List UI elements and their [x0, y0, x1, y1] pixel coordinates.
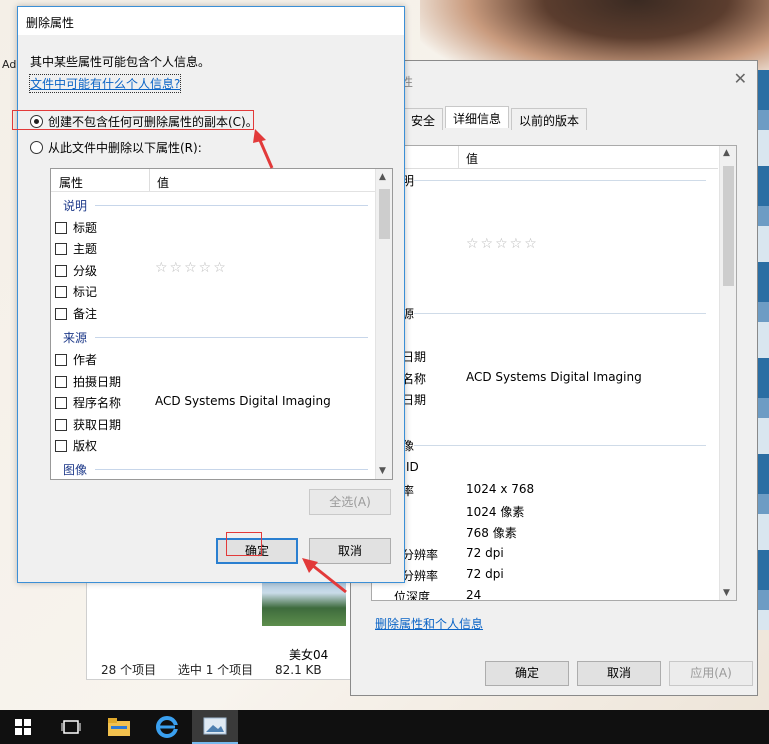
- rating-stars[interactable]: ☆☆☆☆☆: [466, 236, 539, 252]
- properties-window: 性 ✕ 安全 详细信息 以前的版本 值 明 ☆☆☆☆☆ 源 日期 名称 ACD …: [350, 60, 758, 696]
- scrollbar-thumb[interactable]: [379, 189, 390, 239]
- details-scrollbar[interactable]: ▲ ▼: [719, 146, 736, 600]
- cancel-button[interactable]: 取消: [577, 661, 661, 686]
- group-image: 图像: [63, 461, 368, 478]
- ok-button[interactable]: 确定: [485, 661, 569, 686]
- checkbox-author[interactable]: 作者: [55, 351, 97, 368]
- detail-label: 日期: [402, 350, 427, 364]
- select-all-button[interactable]: 全选(A): [309, 489, 391, 515]
- checkbox-icon[interactable]: [55, 242, 67, 255]
- edge-icon[interactable]: [144, 710, 190, 744]
- dialog-titlebar: 删除属性: [18, 7, 404, 35]
- group-description: 说明: [63, 197, 368, 214]
- items-count: 28 个项目: [101, 663, 157, 677]
- column-header-value[interactable]: 值: [157, 174, 169, 191]
- checkbox-subject[interactable]: 主题: [55, 240, 97, 257]
- detail-value: 72 dpi: [466, 546, 504, 560]
- annotation-arrow-icon: [302, 558, 347, 594]
- highlight-box: [12, 110, 254, 130]
- radio-unselected-icon[interactable]: [30, 141, 43, 154]
- checkbox-icon[interactable]: [55, 375, 67, 388]
- tab-previous-versions[interactable]: 以前的版本: [511, 108, 588, 130]
- dialog-title: 删除属性: [26, 16, 75, 30]
- radio-remove-props-label: 从此文件中删除以下属性(R):: [48, 141, 202, 155]
- detail-label: 位深度: [394, 590, 431, 601]
- selected-size: 82.1 KB: [275, 663, 322, 677]
- checkbox-icon[interactable]: [55, 396, 67, 409]
- detail-label: 日期: [402, 393, 427, 407]
- detail-label: 名称: [402, 372, 427, 386]
- checkbox-date-acquired[interactable]: 获取日期: [55, 416, 121, 433]
- checkbox-icon[interactable]: [55, 353, 67, 366]
- remove-properties-link[interactable]: 删除属性和个人信息: [375, 615, 483, 632]
- chevron-up-icon[interactable]: ▲: [379, 172, 386, 182]
- checklist-scrollbar[interactable]: ▲ ▼: [375, 169, 392, 479]
- group-origin: 来源: [63, 329, 368, 346]
- checkbox-comments[interactable]: 备注: [55, 305, 97, 322]
- tab-details[interactable]: 详细信息: [445, 106, 510, 128]
- remove-properties-dialog: 删除属性 其中某些属性可能包含个人信息。 文件中可能有什么个人信息? 创建不包含…: [12, 6, 405, 583]
- detail-label: 分辨率: [402, 548, 439, 562]
- taskbar: [0, 710, 769, 744]
- desktop-edge-label: Ad: [2, 58, 17, 71]
- checkbox-icon[interactable]: [55, 264, 67, 277]
- apply-button[interactable]: 应用(A): [669, 661, 753, 686]
- checkbox-icon[interactable]: [55, 439, 67, 452]
- column-separator[interactable]: [149, 169, 150, 191]
- chevron-down-icon[interactable]: ▼: [379, 466, 386, 476]
- chevron-up-icon[interactable]: ▲: [723, 148, 730, 158]
- task-view-icon[interactable]: [48, 710, 94, 744]
- scrollbar-thumb[interactable]: [723, 166, 734, 286]
- start-icon[interactable]: [0, 710, 46, 744]
- annotation-arrow-icon: [253, 129, 274, 169]
- detail-value: 24: [466, 588, 482, 601]
- checkbox-icon[interactable]: [55, 221, 67, 234]
- checkbox-rating[interactable]: 分级: [55, 262, 97, 279]
- checkbox-title[interactable]: 标题: [55, 219, 97, 236]
- checkbox-program-name[interactable]: 程序名称: [55, 394, 121, 411]
- property-checklist: 属性 值 说明 标题 主题 分级 ☆☆☆☆☆ 标记 备注 来源 作者 拍摄日期 …: [50, 168, 393, 480]
- checkbox-copyright[interactable]: 版权: [55, 437, 97, 454]
- detail-value: ACD Systems Digital Imaging: [466, 370, 642, 384]
- personal-info-link[interactable]: 文件中可能有什么个人信息?: [28, 74, 182, 93]
- detail-label: 分辨率: [402, 569, 439, 583]
- column-header-property[interactable]: 属性: [59, 174, 83, 191]
- close-icon[interactable]: ✕: [734, 69, 747, 88]
- detail-value: 72 dpi: [466, 567, 504, 581]
- group-divider: [414, 445, 706, 446]
- explorer-status-bar: 28 个项目 选中 1 个项目 82.1 KB: [101, 661, 340, 678]
- column-header-value[interactable]: 值: [466, 150, 478, 167]
- header-divider: [372, 168, 718, 169]
- checkbox-tags[interactable]: 标记: [55, 283, 97, 300]
- checkbox-icon[interactable]: [55, 418, 67, 431]
- tab-security[interactable]: 安全: [403, 108, 444, 130]
- rating-stars: ☆☆☆☆☆: [155, 260, 228, 276]
- checkbox-date-taken[interactable]: 拍摄日期: [55, 373, 121, 390]
- detail-value: 768 像素: [466, 526, 517, 540]
- checkbox-icon[interactable]: [55, 307, 67, 320]
- photos-icon[interactable]: [192, 710, 238, 744]
- column-separator[interactable]: [458, 146, 459, 168]
- file-explorer-icon[interactable]: [96, 710, 142, 744]
- highlight-box: [226, 532, 262, 556]
- checkbox-icon[interactable]: [55, 285, 67, 298]
- selected-count: 选中 1 个项目: [177, 663, 254, 677]
- dialog-intro: 其中某些属性可能包含个人信息。: [30, 55, 211, 69]
- header-divider: [51, 191, 375, 192]
- chevron-down-icon[interactable]: ▼: [723, 588, 730, 598]
- group-divider: [414, 313, 706, 314]
- details-list: 值 明 ☆☆☆☆☆ 源 日期 名称 ACD Systems Digital Im…: [371, 145, 737, 601]
- detail-value: 1024 x 768: [466, 482, 535, 496]
- radio-remove-props[interactable]: 从此文件中删除以下属性(R):: [30, 139, 202, 156]
- detail-value: 1024 像素: [466, 505, 525, 519]
- properties-tabs: 安全 详细信息 以前的版本: [403, 106, 589, 130]
- group-divider: [414, 180, 706, 181]
- detail-label: ID: [406, 460, 419, 474]
- program-name-value: ACD Systems Digital Imaging: [155, 394, 331, 408]
